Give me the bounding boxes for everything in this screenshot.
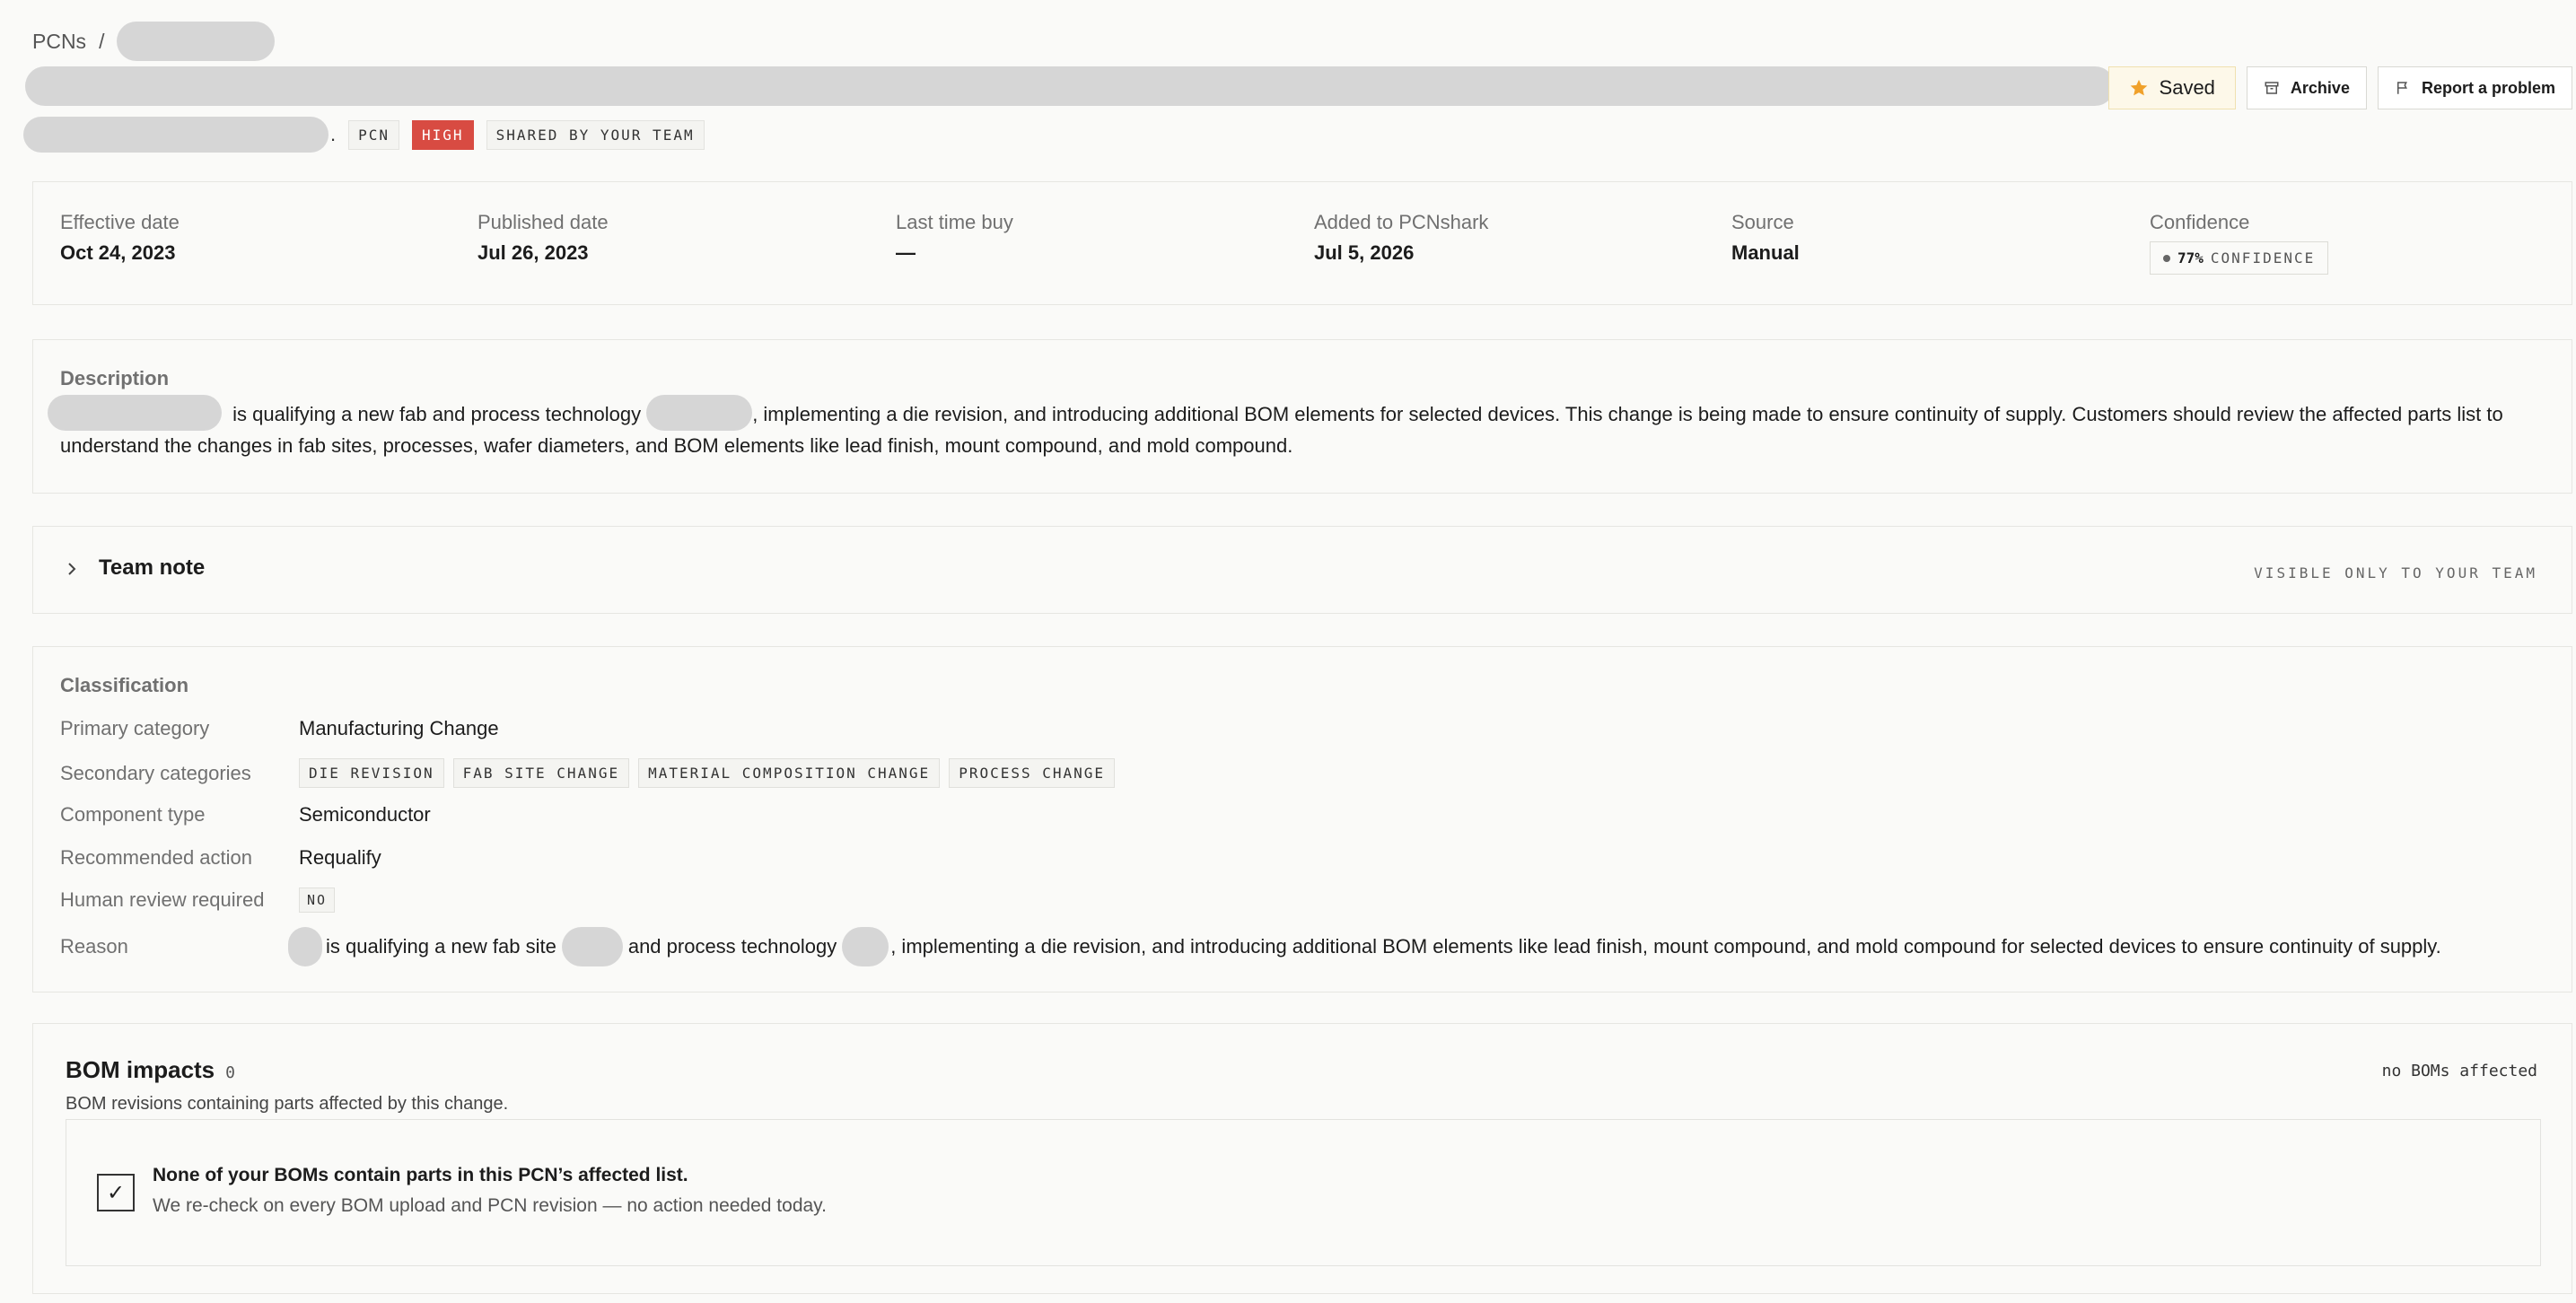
secondary-category-tag: PROCESS CHANGE xyxy=(949,758,1116,788)
breadcrumb: PCNs / xyxy=(32,22,276,61)
description-heading: Description xyxy=(60,367,170,389)
meta-row: . PCN HIGH SHARED BY YOUR TEAM xyxy=(23,117,705,153)
bom-empty-state: ✓ None of your BOMs contain parts in thi… xyxy=(66,1119,2541,1266)
bom-impacts-subtitle: BOM revisions containing parts affected … xyxy=(66,1094,509,1114)
chevron-right-icon[interactable] xyxy=(66,561,78,582)
saved-label: Saved xyxy=(2159,76,2215,99)
stat-effective-date: Effective date Oct 24, 2023 xyxy=(60,211,180,265)
confidence-badge: 77% CONFIDENCE xyxy=(2150,241,2329,275)
stat-label: Source xyxy=(1731,211,1794,233)
reason-part-1: is qualifying a new fab site xyxy=(326,935,556,958)
description-text: is qualifying a new fab and process tech… xyxy=(48,395,2545,461)
row-label: Human review required xyxy=(60,888,265,911)
redacted-technology xyxy=(646,395,753,432)
recommended-action-row: Recommended action Requalify xyxy=(60,846,381,870)
team-note-title[interactable]: Team note xyxy=(99,555,205,581)
component-type-row: Component type Semiconductor xyxy=(60,803,431,826)
archive-button[interactable]: Archive xyxy=(2246,66,2367,109)
primary-category-row: Primary category Manufacturing Change xyxy=(60,717,499,740)
stat-value: Manual xyxy=(1731,241,1800,264)
archive-label: Archive xyxy=(2290,78,2350,97)
secondary-categories-row: Secondary categories DIE REVISION FAB SI… xyxy=(60,758,1124,788)
stat-value: — xyxy=(896,241,916,264)
bom-impacts-count: 0 xyxy=(225,1063,235,1082)
redacted-manufacturer xyxy=(48,395,222,432)
human-review-row: Human review required NO xyxy=(60,888,344,913)
bom-impacts-heading: BOM impacts 0 xyxy=(66,1056,235,1084)
confidence-percent: 77% xyxy=(2177,249,2204,267)
reason-part-3: , implementing a die revision, and intro… xyxy=(890,935,2441,958)
stat-label: Added to PCNshark xyxy=(1314,211,1489,233)
header-actions: Saved Archive Report a problem xyxy=(2107,66,2572,109)
breadcrumb-separator: / xyxy=(99,29,105,53)
saved-button[interactable]: Saved xyxy=(2107,66,2236,109)
stat-confidence: Confidence 77% CONFIDENCE xyxy=(2150,211,2329,275)
stat-label: Published date xyxy=(478,211,609,233)
secondary-category-tag: DIE REVISION xyxy=(299,758,444,788)
report-problem-button[interactable]: Report a problem xyxy=(2377,66,2572,109)
stat-source: Source Manual xyxy=(1731,211,1800,265)
stat-label: Last time buy xyxy=(896,211,1013,233)
description-part-1: is qualifying a new fab and process tech… xyxy=(227,403,647,425)
secondary-category-tag: MATERIAL COMPOSITION CHANGE xyxy=(638,758,941,788)
stat-value: Jul 26, 2023 xyxy=(478,241,589,264)
redacted-manufacturer xyxy=(288,927,322,966)
stat-published-date: Published date Jul 26, 2023 xyxy=(478,211,609,265)
team-note-visibility: VISIBLE ONLY TO YOUR TEAM xyxy=(2254,564,2537,582)
description-card: Description is qualifying a new fab and … xyxy=(32,339,2572,494)
stat-last-time-buy: Last time buy — xyxy=(896,211,1013,265)
component-type-value: Semiconductor xyxy=(299,803,431,826)
star-icon xyxy=(2129,78,2149,98)
stat-label: Confidence xyxy=(2150,211,2250,233)
stat-value: Oct 24, 2023 xyxy=(60,241,176,264)
bom-impacts-title: BOM impacts xyxy=(66,1056,215,1083)
reason-row: Reason is qualifying a new fab site and … xyxy=(60,927,2441,966)
stat-value: Jul 5, 2026 xyxy=(1314,241,1415,264)
team-note-card[interactable]: Team note VISIBLE ONLY TO YOUR TEAM xyxy=(32,526,2572,614)
row-label: Recommended action xyxy=(60,846,253,869)
stat-label: Effective date xyxy=(60,211,180,233)
type-chip: PCN xyxy=(348,119,400,150)
recommended-action-value: Requalify xyxy=(299,846,381,869)
redacted-manufacturer xyxy=(23,117,329,153)
row-label: Primary category xyxy=(60,717,210,739)
confidence-dot-icon xyxy=(2163,254,2170,262)
secondary-category-tag: FAB SITE CHANGE xyxy=(452,758,630,788)
bom-empty-body: We re-check on every BOM upload and PCN … xyxy=(153,1195,827,1216)
report-problem-label: Report a problem xyxy=(2421,78,2555,97)
redacted-pcn-id xyxy=(117,22,276,61)
row-label: Secondary categories xyxy=(60,761,251,784)
redacted-fab-site xyxy=(561,927,623,966)
stat-added-date: Added to PCNshark Jul 5, 2026 xyxy=(1314,211,1488,265)
archive-icon xyxy=(2264,80,2280,96)
confidence-word: CONFIDENCE xyxy=(2210,249,2316,267)
bom-affected-status: no BOMs affected xyxy=(2381,1062,2537,1080)
reason-part-2: and process technology xyxy=(627,935,837,958)
breadcrumb-root-link[interactable]: PCNs xyxy=(32,30,86,54)
bom-impacts-card: BOM impacts 0 no BOMs affected BOM revis… xyxy=(32,1023,2572,1294)
classification-heading: Classification xyxy=(60,674,189,696)
severity-badge: HIGH xyxy=(412,119,474,150)
stats-card: Effective date Oct 24, 2023 Published da… xyxy=(32,181,2572,305)
row-label: Component type xyxy=(60,803,206,826)
meta-punctuation: . xyxy=(330,123,337,145)
redacted-page-title xyxy=(25,66,2115,106)
reason-text: is qualifying a new fab site and process… xyxy=(285,927,2441,966)
primary-category-value: Manufacturing Change xyxy=(299,717,499,739)
human-review-badge: NO xyxy=(299,888,336,913)
row-label: Reason xyxy=(60,935,128,958)
bom-empty-title: None of your BOMs contain parts in this … xyxy=(153,1165,688,1185)
classification-card: Classification Primary category Manufact… xyxy=(32,646,2572,993)
redacted-technology xyxy=(842,927,889,966)
flag-icon xyxy=(2395,80,2411,96)
shared-chip: SHARED BY YOUR TEAM xyxy=(486,119,705,150)
checkmark-icon: ✓ xyxy=(97,1174,135,1211)
